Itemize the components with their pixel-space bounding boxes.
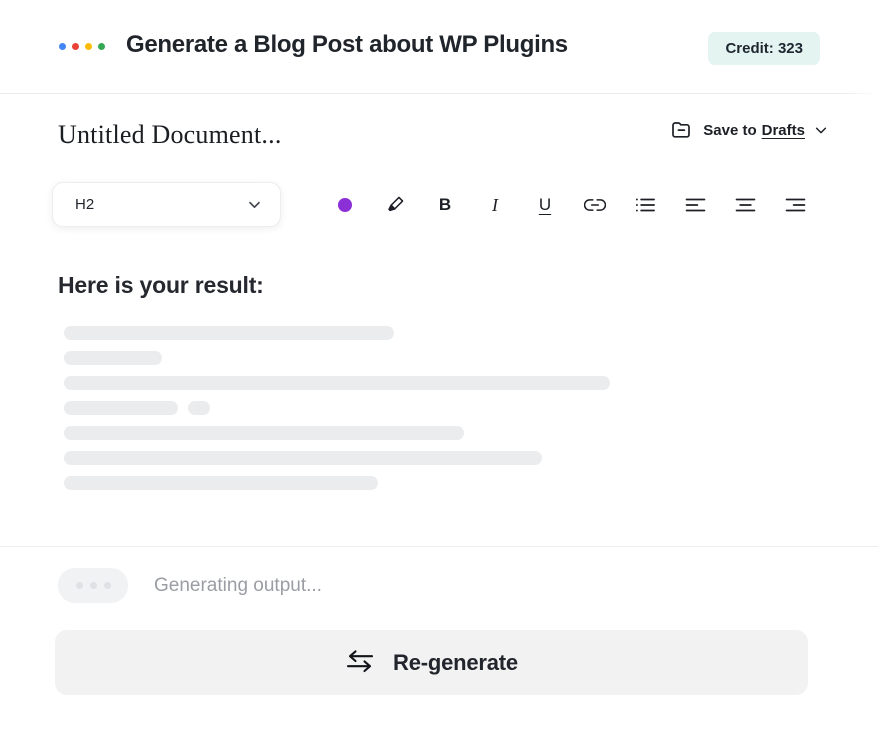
link-icon [584, 195, 606, 215]
skeleton-bar [64, 401, 178, 415]
skeleton-row [64, 401, 610, 415]
align-center-button[interactable] [720, 182, 770, 227]
dot-yellow [85, 43, 92, 50]
app-window: Generate a Blog Post about WP Plugins Cr… [0, 0, 878, 748]
editor-toolbar: H2 B [0, 182, 878, 228]
skeleton-bar [64, 476, 378, 490]
dot-green [98, 43, 105, 50]
skeleton-row [64, 476, 610, 490]
result-heading: Here is your result: [58, 272, 264, 299]
regenerate-label: Re-generate [393, 650, 518, 676]
skeleton-bar [64, 426, 464, 440]
save-to-drafts-label: Save to Drafts [703, 122, 805, 139]
link-button[interactable] [570, 182, 620, 227]
skeleton-row [64, 451, 610, 465]
format-select[interactable]: H2 [52, 182, 281, 227]
generating-status: Generating output... [58, 568, 322, 603]
bold-button[interactable]: B [420, 182, 470, 227]
align-left-button[interactable] [670, 182, 720, 227]
header-divider [0, 93, 878, 94]
regenerate-button[interactable]: Re-generate [55, 630, 808, 695]
format-select-value: H2 [75, 196, 94, 213]
content-skeleton [64, 326, 610, 501]
typing-dot [90, 582, 97, 589]
credit-badge: Credit: 323 [708, 32, 820, 65]
underline-icon: U [539, 196, 551, 213]
dot-blue [59, 43, 66, 50]
bullet-list-button[interactable] [620, 182, 670, 227]
folder-minus-icon [670, 118, 694, 142]
top-bar: Generate a Blog Post about WP Plugins Cr… [0, 0, 878, 94]
skeleton-bar [64, 326, 394, 340]
document-title[interactable]: Untitled Document... [58, 120, 282, 150]
save-prefix-text: Save to [703, 122, 756, 139]
highlighter-button[interactable] [370, 182, 420, 227]
typing-dot [76, 582, 83, 589]
italic-button[interactable]: I [470, 182, 520, 227]
align-right-icon [785, 196, 806, 214]
skeleton-bar [64, 376, 610, 390]
color-swatch-icon [338, 198, 352, 212]
skeleton-row [64, 426, 610, 440]
skeleton-bar [188, 401, 210, 415]
chevron-down-icon[interactable] [814, 123, 828, 137]
skeleton-row [64, 351, 610, 365]
align-right-button[interactable] [770, 182, 820, 227]
formatting-buttons: B I U [320, 182, 820, 227]
highlighter-pen-icon [385, 194, 406, 215]
align-center-icon [735, 196, 756, 214]
page-title: Generate a Blog Post about WP Plugins [126, 31, 568, 59]
underline-button[interactable]: U [520, 182, 570, 227]
align-left-icon [685, 196, 706, 214]
skeleton-row [64, 326, 610, 340]
typing-dot [104, 582, 111, 589]
bold-icon: B [439, 196, 451, 213]
dot-red [72, 43, 79, 50]
bullet-list-icon [635, 196, 656, 214]
generating-text: Generating output... [154, 575, 322, 597]
save-to-drafts-control[interactable]: Save to Drafts [670, 118, 828, 142]
typing-indicator [58, 568, 128, 603]
skeleton-bar [64, 351, 162, 365]
save-target-text[interactable]: Drafts [762, 122, 805, 139]
italic-icon: I [492, 196, 498, 214]
skeleton-bar [64, 451, 542, 465]
chevron-down-icon [247, 197, 262, 212]
arrows-swap-icon [345, 648, 375, 677]
brand-logo-dots [59, 43, 105, 50]
skeleton-row [64, 376, 610, 390]
text-color-button[interactable] [320, 182, 370, 227]
footer-divider [0, 546, 878, 547]
